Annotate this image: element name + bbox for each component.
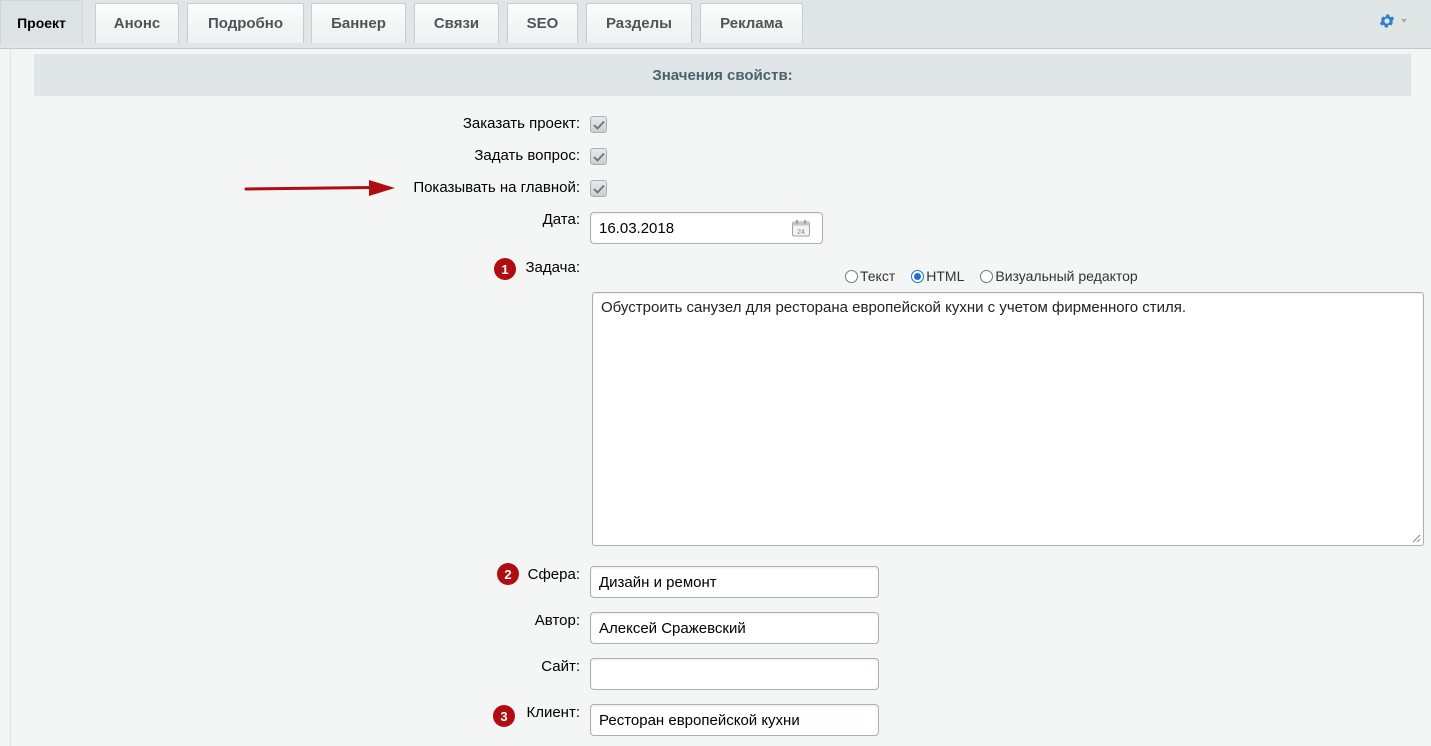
mode-visual-label: Визуальный редактор xyxy=(995,268,1138,284)
order-project-checkbox[interactable] xyxy=(590,116,607,133)
mode-text-label: Текст xyxy=(860,268,896,284)
sphere-input[interactable] xyxy=(590,566,879,598)
mode-html-radio[interactable]: HTML xyxy=(911,268,964,284)
tab-links[interactable]: Связи xyxy=(414,3,499,43)
checkmark-icon xyxy=(592,120,605,130)
ask-question-checkbox[interactable] xyxy=(590,148,607,165)
task-textarea[interactable]: Обустроить санузел для ресторана европей… xyxy=(592,292,1424,546)
tab-details[interactable]: Подробно xyxy=(187,3,304,43)
tab-project[interactable]: Проект xyxy=(0,0,83,44)
mode-html-label: HTML xyxy=(926,268,965,284)
tab-bar: Проект Анонс Подробно Баннер Связи SEO Р… xyxy=(0,0,1431,49)
radio-dot-selected xyxy=(911,269,925,283)
site-input[interactable] xyxy=(590,658,879,690)
radio-dot xyxy=(980,269,994,283)
checkmark-icon xyxy=(592,152,605,162)
client-label: Клиент: xyxy=(526,704,580,721)
order-project-label: Заказать проект: xyxy=(462,115,580,132)
ask-question-label: Задать вопрос: xyxy=(474,147,580,164)
tab-banner[interactable]: Баннер xyxy=(311,3,406,43)
calendar-icon[interactable]: 24 xyxy=(791,219,811,237)
show-on-main-label: Показывать на главной: xyxy=(413,179,580,196)
show-on-main-checkbox[interactable] xyxy=(590,180,607,197)
tab-sections[interactable]: Разделы xyxy=(586,3,692,43)
mode-text-radio[interactable]: Текст xyxy=(845,268,895,284)
checkmark-icon xyxy=(592,184,605,194)
tab-ads[interactable]: Реклама xyxy=(700,3,803,43)
annotation-badge-1: 1 xyxy=(494,258,516,280)
date-input[interactable] xyxy=(590,212,823,244)
author-label: Автор: xyxy=(534,612,580,629)
tab-seo[interactable]: SEO xyxy=(507,3,578,43)
author-input[interactable] xyxy=(590,612,879,644)
annotation-badge-2: 2 xyxy=(497,563,519,585)
annotation-badge-3: 3 xyxy=(493,705,515,727)
radio-dot xyxy=(845,269,858,283)
section-title: Значения свойств: xyxy=(34,54,1411,96)
task-label: Задача: xyxy=(525,259,581,276)
task-editor-mode: Текст HTML Визуальный редактор xyxy=(845,266,1154,286)
sphere-label: Сфера: xyxy=(527,566,580,583)
date-label: Дата: xyxy=(542,211,580,228)
client-input[interactable] xyxy=(590,704,879,736)
gear-icon xyxy=(1379,14,1395,28)
tab-announce[interactable]: Анонс xyxy=(95,3,179,43)
svg-text:24: 24 xyxy=(797,229,805,236)
mode-visual-radio[interactable]: Визуальный редактор xyxy=(980,268,1138,284)
resize-handle-icon[interactable] xyxy=(1411,533,1421,543)
site-label: Сайт: xyxy=(541,658,580,675)
arrow-right-icon xyxy=(244,180,395,196)
settings-menu-button[interactable] xyxy=(1378,11,1412,31)
chevron-down-icon xyxy=(1401,19,1407,23)
task-text: Обустроить санузел для ресторана европей… xyxy=(601,299,1187,316)
